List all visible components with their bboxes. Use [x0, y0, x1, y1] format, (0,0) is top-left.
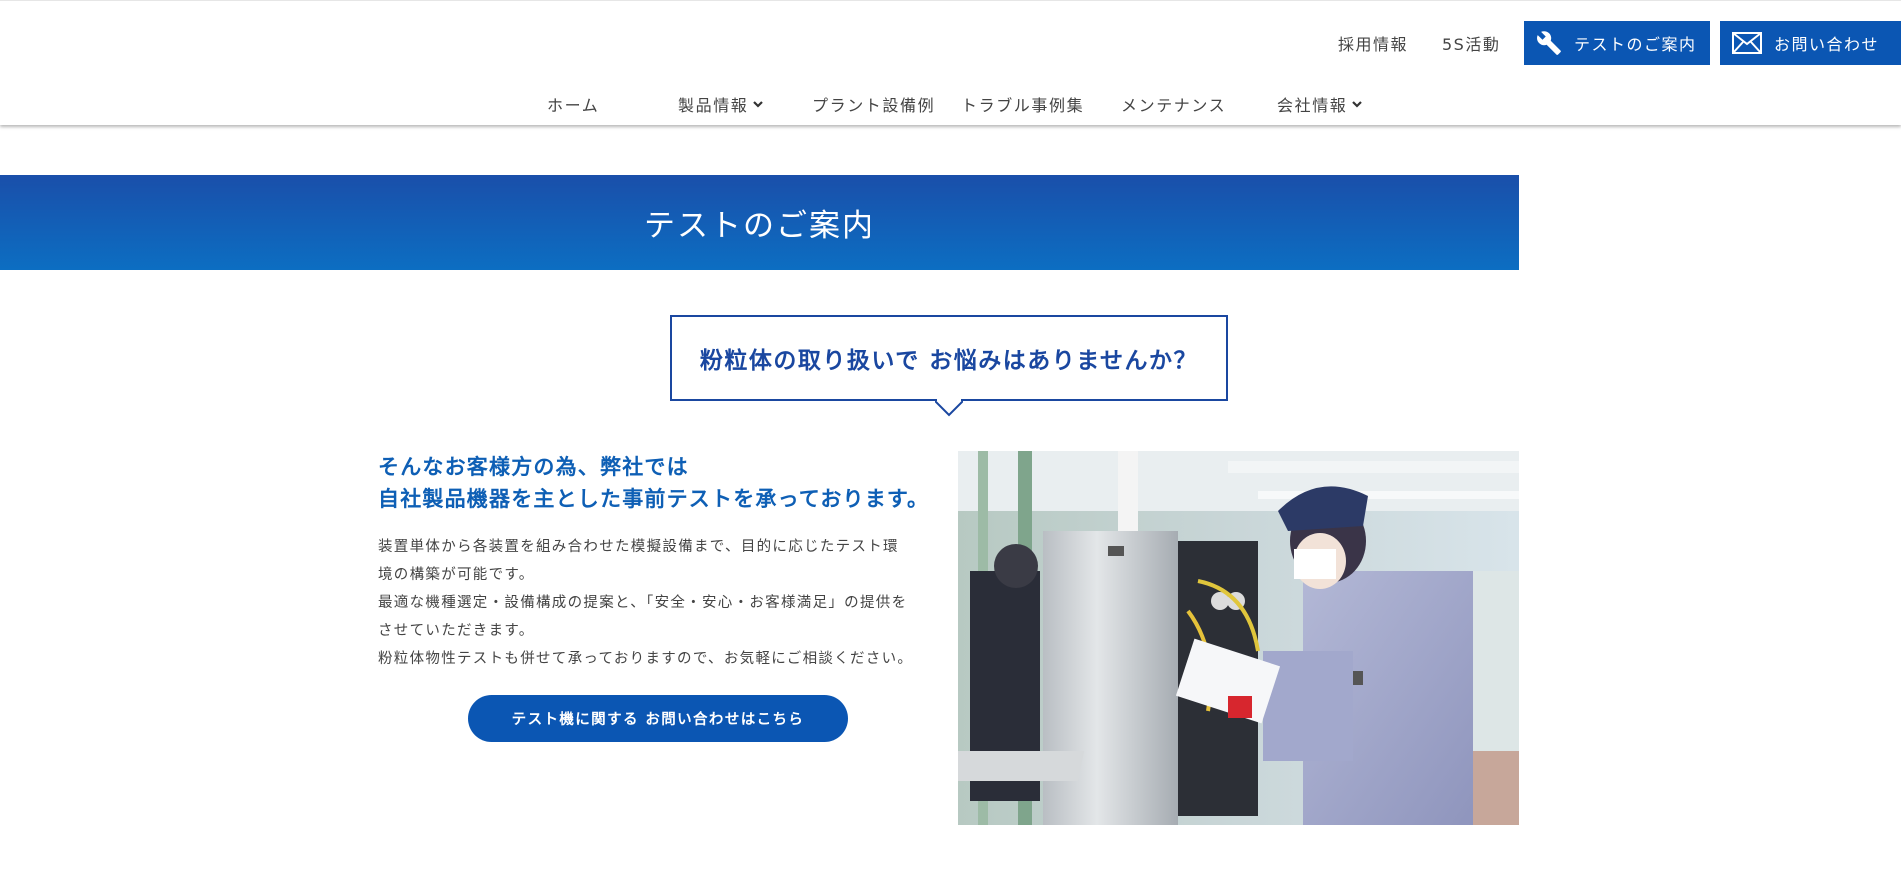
nav-item-trouble-cases[interactable]: トラブル事例集 [961, 92, 1084, 116]
lead-line-2: 自社製品機器を主とした事前テストを承っております。 [378, 487, 930, 511]
contact-button-label: お問い合わせ [1774, 35, 1880, 54]
speech-bubble: 粉粒体の取り扱いで お悩みはありませんか？ [670, 315, 1228, 401]
speech-bubble-tail [935, 399, 963, 417]
test-inquiry-button[interactable]: テスト機に関する お問い合わせはこちら [468, 695, 848, 742]
contact-button[interactable]: お問い合わせ [1720, 21, 1901, 65]
wrench-icon [1536, 30, 1562, 56]
nav-item-label: ホーム [547, 96, 600, 115]
nav-item-products[interactable]: 製品情報 [678, 92, 764, 116]
page-hero-banner: テストのご案内 [0, 175, 1519, 270]
nav-item-company[interactable]: 会社情報 [1277, 92, 1363, 116]
nav-item-label: トラブル事例集 [961, 96, 1085, 115]
test-guide-button-label: テストのご案内 [1574, 35, 1697, 54]
nav-item-maintenance[interactable]: メンテナンス [1121, 92, 1226, 116]
description-line: 最適な機種選定・設備構成の提案と、「安全・安心・お客様満足」の提供を [378, 595, 908, 611]
site-header: 採用情報 5S活動 テストのご案内 お問い合わせ ホーム 製品情報 プラント設備… [0, 0, 1901, 125]
description-line: 粉粒体物性テストも併せて承っておりますので、お気軽にご相談ください。 [378, 651, 914, 667]
recruit-link[interactable]: 採用情報 [1338, 31, 1408, 55]
nav-item-label: プラント設備例 [812, 96, 936, 115]
envelope-icon [1732, 32, 1762, 54]
chevron-down-icon [752, 99, 764, 109]
chevron-down-icon [1351, 99, 1363, 109]
nav-item-label: 会社情報 [1277, 96, 1348, 115]
description-line: 境の構築が可能です。 [378, 567, 535, 583]
nav-item-plant-examples[interactable]: プラント設備例 [812, 92, 935, 116]
description-line: させていただきます。 [378, 623, 535, 639]
page-title: テストのご案内 [644, 208, 875, 244]
description-text: 装置単体から各装置を組み合わせた模擬設備まで、目的に応じたテスト環 境の構築が可… [378, 533, 948, 673]
lead-line-1: そんなお客様方の為、弊社では [378, 455, 689, 479]
bubble-question: 粉粒体の取り扱いで お悩みはありませんか？ [699, 348, 1199, 374]
description-line: 装置単体から各装置を組み合わせた模擬設備まで、目的に応じたテスト環 [378, 539, 899, 555]
5s-activity-link[interactable]: 5S活動 [1442, 31, 1500, 55]
test-guide-button[interactable]: テストのご案内 [1524, 21, 1710, 65]
factory-worker-photo [958, 451, 1519, 825]
nav-item-home[interactable]: ホーム [547, 92, 599, 116]
nav-item-label: 製品情報 [678, 96, 749, 115]
nav-item-label: メンテナンス [1121, 96, 1227, 115]
lead-heading: そんなお客様方の為、弊社では 自社製品機器を主とした事前テストを承っております。 [378, 451, 929, 515]
